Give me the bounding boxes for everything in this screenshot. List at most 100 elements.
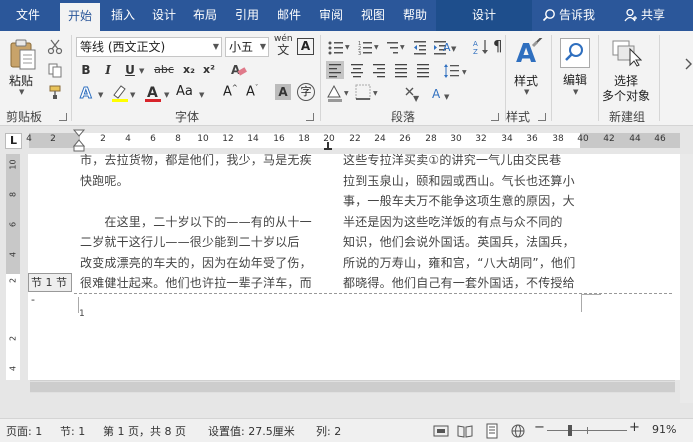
font-size-combo[interactable]: 小五 ▼ [225,37,269,57]
tab-mailings[interactable]: 邮件 [270,0,308,31]
strikethrough-button[interactable]: abc [152,61,176,79]
document-area[interactable]: 市，去拉货物，都是他们，我少，马是无疾 快跑呢。 在这里，二十岁以下的——有的从… [22,154,680,380]
status-page[interactable]: 页面: 1 [6,423,42,439]
font-name-combo[interactable]: 等线 (西文正文) ▼ [76,37,222,57]
editing-button[interactable]: 编辑 [563,71,587,88]
left-column[interactable]: 市，去拉货物，都是他们，我少，马是无疾 快跑呢。 在这里，二十岁以下的——有的从… [80,154,312,294]
tab-insert[interactable]: 插入 [104,0,142,31]
styles-icon[interactable]: A [515,35,545,71]
copy-icon[interactable] [47,62,63,81]
read-mode-icon[interactable] [457,423,473,439]
web-layout-icon[interactable] [510,423,526,439]
status-pages[interactable]: 第 1 页，共 8 页 [103,423,186,439]
zoom-in-button[interactable]: + [629,420,640,435]
font-launcher[interactable] [306,113,314,121]
tab-file[interactable]: 文件 [6,0,50,31]
change-case-dropdown-icon[interactable]: ▼ [199,91,204,99]
collapse-ribbon-icon[interactable] [684,57,693,74]
tell-me-button[interactable]: 告诉我 [542,0,595,31]
chevron-down-icon: ▼ [212,42,219,51]
print-layout-icon[interactable] [484,423,500,439]
focus-mode-icon[interactable] [433,424,449,438]
styles-dropdown-icon[interactable]: ▼ [524,88,529,96]
phonetic-guide-button[interactable]: wén 文 [274,34,293,56]
horizontal-scrollbar[interactable] [30,380,675,393]
chinese-layout-icon[interactable]: A ▼ [443,38,467,59]
shrink-font-button[interactable]: Aˇ [246,84,258,99]
share-button[interactable]: 共享 [624,0,665,31]
status-column[interactable]: 列: 2 [316,423,341,439]
sort-icon[interactable]: AZ [472,38,490,59]
new-group-label: 新建组 [609,110,646,124]
ruler-tick-label: 2 [100,134,106,144]
paragraph-launcher[interactable] [491,113,499,121]
clear-formatting-icon[interactable]: A [230,62,248,81]
ruler-tick-label: 30 [450,134,462,144]
svg-text:A: A [473,40,478,48]
paste-dropdown-icon[interactable]: ▼ [19,88,24,96]
highlight-dropdown-icon[interactable]: ▼ [130,91,135,99]
clipboard-launcher[interactable] [59,113,67,121]
vertical-ruler-tick-label: 4 [8,365,18,372]
vertical-ruler-tick-label: 4 [8,251,18,258]
ruler-tick-label: 22 [349,134,361,144]
font-color-icon[interactable]: A [144,83,162,106]
bold-button[interactable]: B [77,61,95,79]
text-line: 改变成漂亮的车夫的，因为在幼年受了伤， [80,255,312,270]
editing-dropdown-icon[interactable]: ▼ [573,88,578,96]
tab-design[interactable]: 设计 [146,0,182,31]
horizontal-scroll-thumb[interactable] [30,382,675,392]
tab-view[interactable]: 视图 [354,0,392,31]
status-section[interactable]: 节: 1 [60,423,85,439]
zoom-out-button[interactable]: − [534,420,545,435]
change-case-button[interactable]: Aa [176,84,193,99]
character-border-icon[interactable]: A [297,38,314,55]
right-column[interactable]: 这些专拉洋买卖①的讲究一气儿由交民巷 拉到玉泉山，颐和园或西山。气长也还算小 事… [343,154,575,294]
text-effects-dropdown-icon[interactable]: ▼ [98,91,103,99]
select-objects-label-2[interactable]: 多个对象 [602,87,650,104]
find-icon[interactable] [560,38,590,68]
vertical-ruler-tick-label: 6 [8,221,18,228]
tab-review[interactable]: 审阅 [312,0,350,31]
superscript-button[interactable]: x² [200,61,218,79]
asian-layout-icon[interactable]: ▼ [403,85,425,106]
enclose-characters-icon[interactable]: 字 [297,83,315,101]
underline-dropdown-icon[interactable]: ▼ [139,67,144,75]
underline-button[interactable]: U [121,61,139,79]
cut-icon[interactable] [47,39,63,58]
chinese-layout-2-icon[interactable]: A ▼ [432,85,456,106]
paste-button[interactable]: 粘贴 [9,72,33,89]
ruler-tick-label: 26 [399,134,411,144]
tab-layout[interactable]: 布局 [186,0,224,31]
italic-button[interactable]: I [99,61,117,79]
zoom-level[interactable]: 91% [652,423,676,436]
chevron-down-icon: ▼ [259,42,266,51]
select-objects-icon[interactable] [612,39,643,70]
tab-help[interactable]: 帮助 [396,0,434,31]
font-color-dropdown-icon[interactable]: ▼ [164,91,169,99]
font-size-value: 小五 [229,40,254,54]
grow-font-button[interactable]: A^ [223,84,238,99]
font-name-value: 等线 (西文正文) [80,40,166,54]
horizontal-ruler[interactable]: L 4 2 2 4 6 8 10 12 14 16 18 20 22 24 26 28 30 32 34 36 38 40… [0,127,693,154]
styles-launcher[interactable] [538,113,546,121]
page[interactable]: 市，去拉货物，都是他们，我少，马是无疾 快跑呢。 在这里，二十岁以下的——有的从… [28,154,680,380]
zoom-slider-thumb[interactable] [568,425,572,436]
indent-markers-icon[interactable] [72,129,86,153]
vertical-scrollbar[interactable] [680,154,693,403]
show-marks-icon[interactable]: ¶ [493,37,503,55]
text-effects-icon[interactable]: A [78,84,98,105]
highlight-icon[interactable] [110,83,130,106]
subscript-button[interactable]: x₂ [180,61,198,79]
paste-icon[interactable] [8,39,38,74]
format-painter-icon[interactable] [47,84,63,103]
svg-text:▼: ▼ [462,69,467,76]
svg-text:3: 3 [358,51,361,57]
character-shading-icon[interactable]: A [275,84,291,100]
tab-home[interactable]: 开始 [60,3,100,31]
styles-group-label: 样式 [506,110,531,124]
styles-button[interactable]: 样式 [514,72,538,89]
tab-context-design[interactable]: 设计 [436,0,532,31]
tab-references[interactable]: 引用 [228,0,266,31]
status-setting[interactable]: 设置值: 27.5厘米 [208,423,295,439]
